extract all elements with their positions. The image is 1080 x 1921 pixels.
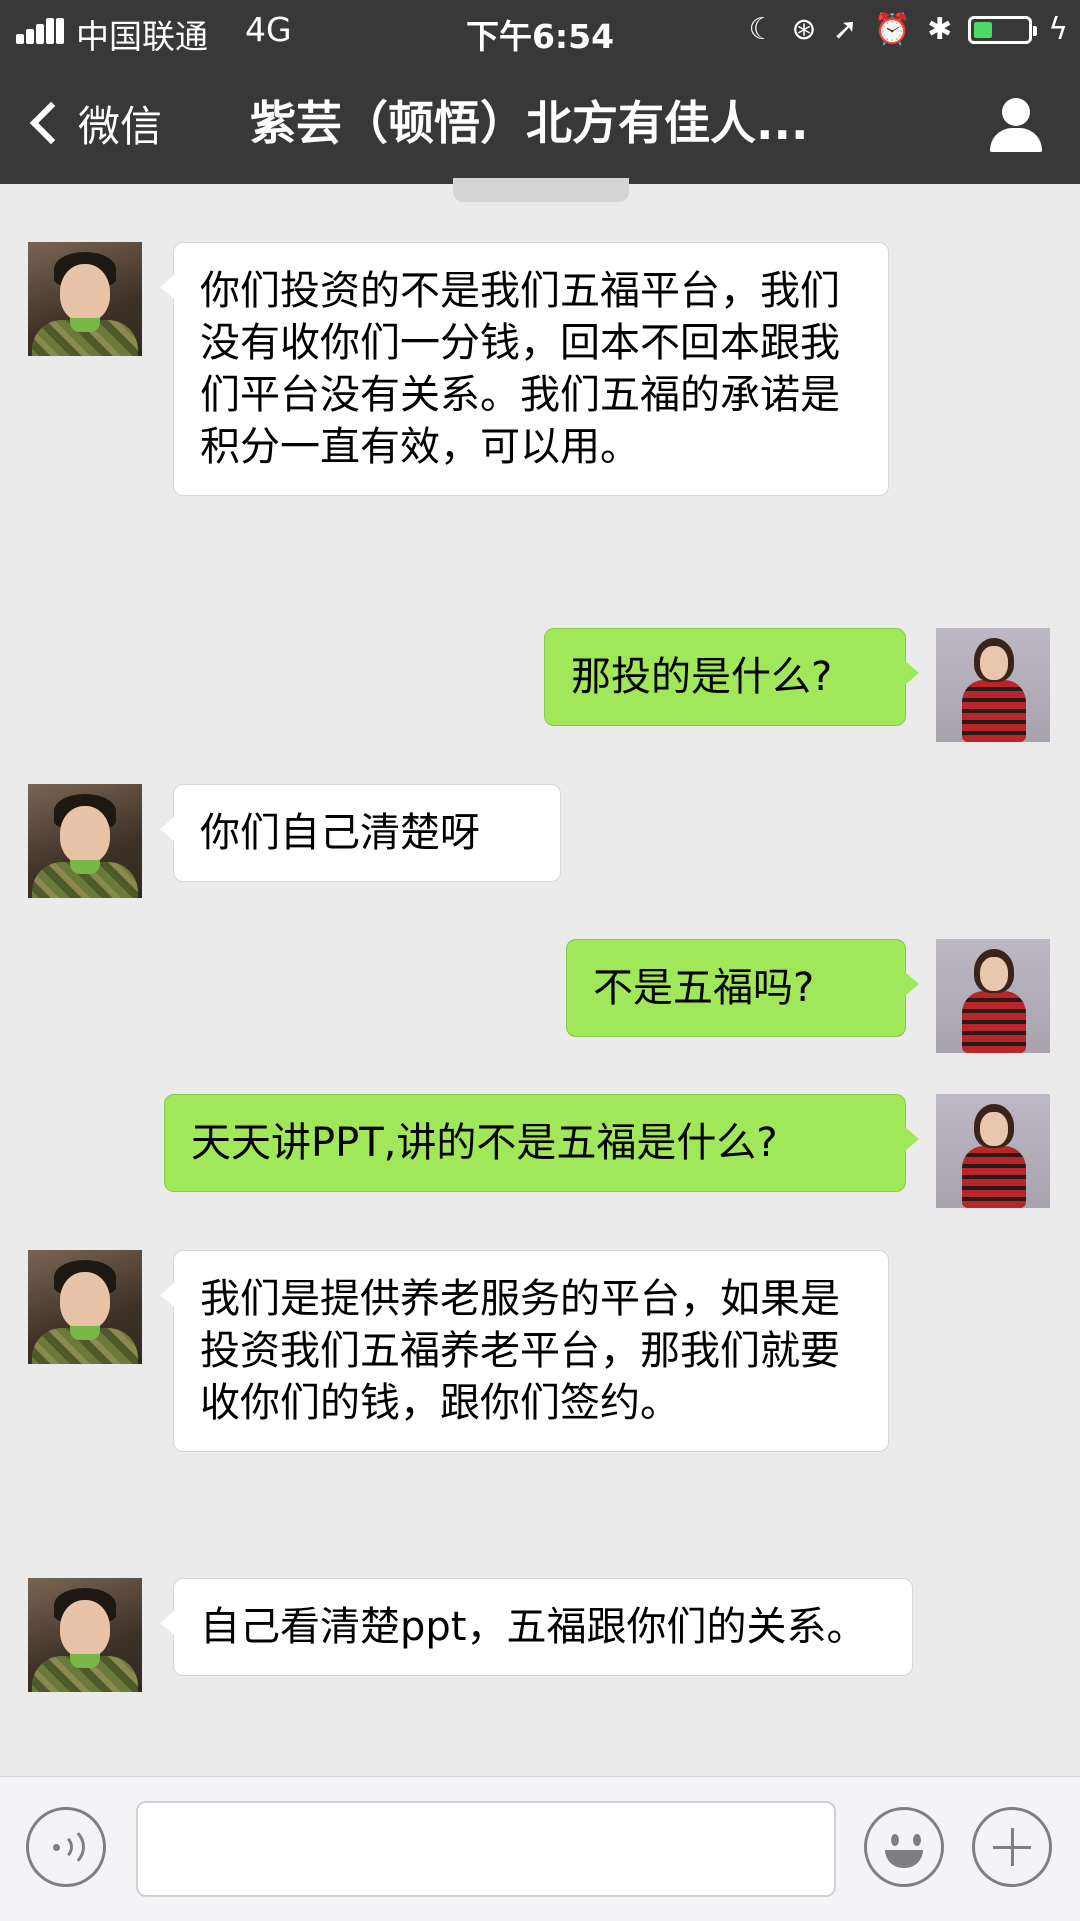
message-bubble[interactable]: 自己看清楚ppt，五福跟你们的关系。 bbox=[160, 1578, 913, 1676]
voice-icon[interactable] bbox=[26, 1807, 106, 1887]
charging-icon: ϟ bbox=[1048, 12, 1068, 47]
moon-icon: ☾ bbox=[748, 12, 776, 47]
message-bubble[interactable]: 我们是提供养老服务的平台，如果是投资我们五福养老平台，那我们就要收你们的钱，跟你… bbox=[160, 1250, 889, 1452]
status-bar: 中国联通 4G 下午6:54 ☾ ⊛ ➚ ⏰ ✱ ϟ bbox=[0, 0, 1080, 62]
input-bar bbox=[0, 1776, 1080, 1921]
bluetooth-icon: ✱ bbox=[927, 12, 953, 47]
timestamp-pill bbox=[453, 178, 629, 202]
chat-screen: 中国联通 4G 下午6:54 ☾ ⊛ ➚ ⏰ ✱ ϟ 微信 紫芸（顿悟）北方有佳… bbox=[0, 0, 1080, 1921]
nav-bar: 微信 紫芸（顿悟）北方有佳人... bbox=[0, 62, 1080, 184]
status-icons: ☾ ⊛ ➚ ⏰ ✱ ϟ bbox=[749, 10, 1068, 50]
battery-level bbox=[974, 22, 993, 38]
battery-icon bbox=[968, 16, 1038, 44]
contact-icon[interactable] bbox=[988, 98, 1044, 154]
alarm-icon: ⏰ bbox=[873, 12, 912, 47]
chat-title: 紫芸（顿悟）北方有佳人... bbox=[250, 96, 809, 150]
top-bar: 中国联通 4G 下午6:54 ☾ ⊛ ➚ ⏰ ✱ ϟ 微信 紫芸（顿悟）北方有佳… bbox=[0, 0, 1080, 184]
avatar[interactable] bbox=[28, 1578, 142, 1692]
back-label: 微信 bbox=[78, 101, 163, 151]
location-icon: ➚ bbox=[832, 12, 858, 47]
message-bubble[interactable]: 不是五福吗? bbox=[566, 939, 919, 1037]
avatar[interactable] bbox=[28, 242, 142, 356]
message-bubble[interactable]: 你们自己清楚呀 bbox=[160, 784, 561, 882]
back-button[interactable]: 微信 bbox=[24, 90, 162, 156]
emoji-icon[interactable] bbox=[864, 1807, 944, 1887]
avatar[interactable] bbox=[936, 1094, 1050, 1208]
plus-icon[interactable] bbox=[972, 1807, 1052, 1887]
avatar[interactable] bbox=[936, 939, 1050, 1053]
avatar[interactable] bbox=[28, 784, 142, 898]
message-bubble[interactable]: 天天讲PPT,讲的不是五福是什么? bbox=[164, 1094, 919, 1192]
message-bubble[interactable]: 你们投资的不是我们五福平台，我们没有收你们一分钱，回本不回本跟我们平台没有关系。… bbox=[160, 242, 889, 496]
chevron-left-icon bbox=[29, 101, 73, 145]
avatar[interactable] bbox=[28, 1250, 142, 1364]
orientation-lock-icon: ⊛ bbox=[791, 12, 817, 47]
message-bubble[interactable]: 那投的是什么? bbox=[544, 628, 919, 726]
message-input[interactable] bbox=[136, 1801, 836, 1897]
avatar[interactable] bbox=[936, 628, 1050, 742]
